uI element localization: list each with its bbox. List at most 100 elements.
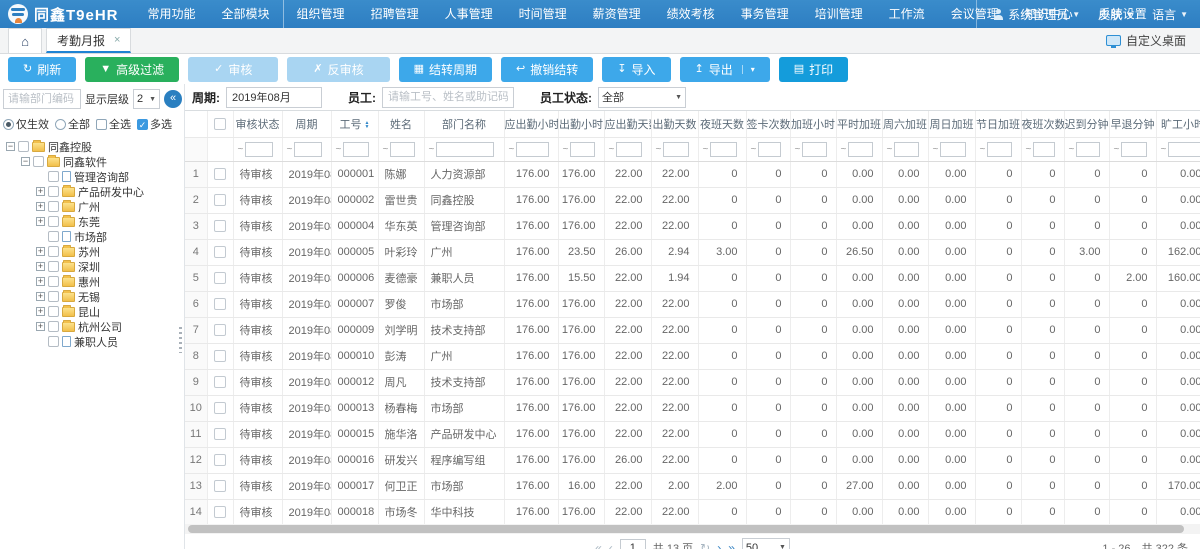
row-checkbox[interactable] [214,168,226,180]
nav-item-9[interactable]: 事务管理 [728,0,802,28]
column-filter-input[interactable] [570,142,595,157]
row-checkbox[interactable] [214,272,226,284]
nav-item-8[interactable]: 绩效考核 [654,0,728,28]
tree-checkbox[interactable] [48,201,59,212]
table-row[interactable]: 14待审核2019年08月000018市场冬华中科技176.00176.0022… [185,499,1200,524]
level-select[interactable]: 2 ▼ [133,89,160,109]
table-row[interactable]: 4待审核2019年08月000005叶彩玲广州176.0023.5026.002… [185,239,1200,265]
radio-icon[interactable] [55,119,66,130]
row-checkbox[interactable] [214,350,226,362]
tree-item[interactable]: +苏州 [4,244,184,259]
tree-checkbox[interactable] [48,291,59,302]
expand-node-icon[interactable]: + [36,187,45,196]
column-filter-input[interactable] [894,142,919,157]
tree-item[interactable]: 管理咨询部 [4,169,184,184]
tree-item[interactable]: 兼职人员 [4,334,184,349]
column-filter-input[interactable] [710,142,737,157]
tree-item[interactable]: +无锡 [4,289,184,304]
expand-node-icon[interactable]: + [36,247,45,256]
select-all-checkbox[interactable] [214,118,226,130]
expand-node-icon[interactable]: + [36,322,45,331]
carry-period-button[interactable]: ▦结转周期 [399,57,492,82]
table-row[interactable]: 11待审核2019年08月000015施华洛产品研发中心176.00176.00… [185,421,1200,447]
table-row[interactable]: 6待审核2019年08月000007罗俊市场部176.00176.0022.00… [185,291,1200,317]
column-filter-input[interactable] [390,142,415,157]
checkbox-checked-icon[interactable] [137,119,148,130]
row-checkbox[interactable] [214,428,226,440]
reload-grid-icon[interactable]: ↻ [700,542,710,549]
tree-checkbox[interactable] [48,336,59,347]
panel-resize-handle[interactable] [179,327,182,353]
tree-checkbox[interactable] [48,321,59,332]
row-checkbox[interactable] [214,298,226,310]
column-filter-input[interactable] [848,142,873,157]
tree-checkbox[interactable] [33,156,44,167]
tree-item[interactable]: +深圳 [4,259,184,274]
option-3[interactable]: 全选 [96,116,131,132]
custom-desktop-button[interactable]: 自定义桌面 [1106,32,1200,49]
table-row[interactable]: 1待审核2019年08月000001陈娜人力资源部176.00176.0022.… [185,161,1200,187]
row-checkbox[interactable] [214,506,226,518]
scrollbar-thumb[interactable] [188,525,1184,533]
column-filter-input[interactable] [987,142,1012,157]
table-row[interactable]: 2待审核2019年08月000002雷世贵同鑫控股176.00176.0022.… [185,187,1200,213]
expand-node-icon[interactable]: + [36,277,45,286]
tree-checkbox[interactable] [48,276,59,287]
column-filter-input[interactable] [1168,142,1200,157]
column-filter-input[interactable] [294,142,322,157]
close-icon[interactable]: × [114,34,120,46]
column-filter-input[interactable] [663,142,689,157]
chevron-down-icon[interactable]: ▾ [742,65,755,74]
row-checkbox[interactable] [214,402,226,414]
tab-attendance-monthly-report[interactable]: 考勤月报 × [46,28,131,53]
tree-item[interactable]: +惠州 [4,274,184,289]
row-checkbox[interactable] [214,246,226,258]
nav-item-7[interactable]: 薪资管理 [580,0,654,28]
table-row[interactable]: 7待审核2019年08月000009刘学明技术支持部176.00176.0022… [185,317,1200,343]
first-page-icon[interactable]: « [595,542,602,549]
expand-node-icon[interactable]: + [36,217,45,226]
table-row[interactable]: 3待审核2019年08月000004华东英管理咨询部176.00176.0022… [185,213,1200,239]
row-checkbox[interactable] [214,480,226,492]
print-button[interactable]: ▤打印 [779,57,848,82]
column-filter-input[interactable] [516,142,549,157]
tree-checkbox[interactable] [48,171,59,182]
column-filter-input[interactable] [1121,142,1147,157]
column-filter-input[interactable] [436,142,494,157]
period-input[interactable] [226,87,322,108]
table-row[interactable]: 5待审核2019年08月000006麦德豪兼职人员176.0015.5022.0… [185,265,1200,291]
unaudit-button[interactable]: ✗反审核 [287,57,389,82]
checkbox-icon[interactable] [96,119,107,130]
tree-checkbox[interactable] [48,186,59,197]
sort-icon[interactable]: ▲▼ [365,121,370,129]
row-checkbox[interactable] [214,454,226,466]
nav-item-10[interactable]: 培训管理 [802,0,876,28]
refresh-button[interactable]: ↻刷新 [8,57,76,82]
import-button[interactable]: ↧导入 [602,57,670,82]
collapse-node-icon[interactable]: − [21,157,30,166]
tree-checkbox[interactable] [18,141,29,152]
page-number-input[interactable] [620,539,646,549]
row-checkbox[interactable] [214,194,226,206]
nav-item-4[interactable]: 招聘管理 [358,0,432,28]
column-filter-input[interactable] [758,142,781,157]
brand[interactable]: 同鑫T9eHR [0,4,135,25]
column-filter-input[interactable] [802,142,827,157]
column-filter-input[interactable] [1076,142,1100,157]
option-1[interactable]: 仅生效 [3,116,49,132]
tree-item[interactable]: −同鑫软件 [4,154,184,169]
column-filter-input[interactable] [245,142,273,157]
option-4[interactable]: 多选 [137,116,172,132]
prev-page-icon[interactable]: ‹ [609,542,613,549]
expand-node-icon[interactable]: + [36,202,45,211]
tree-checkbox[interactable] [48,216,59,227]
page-size-select[interactable]: 50 ▼ [742,538,790,549]
tree-checkbox[interactable] [48,306,59,317]
expand-node-icon[interactable]: + [36,292,45,301]
tree-item[interactable]: −同鑫控股 [4,139,184,154]
column-filter-input[interactable] [1033,142,1055,157]
table-row[interactable]: 12待审核2019年08月000016研发兴程序编写组176.00176.002… [185,447,1200,473]
home-tab[interactable]: ⌂ [8,28,42,53]
nav-item-2[interactable]: 全部模块 [209,0,283,28]
undo-carry-button[interactable]: ↩撤销结转 [501,57,593,82]
